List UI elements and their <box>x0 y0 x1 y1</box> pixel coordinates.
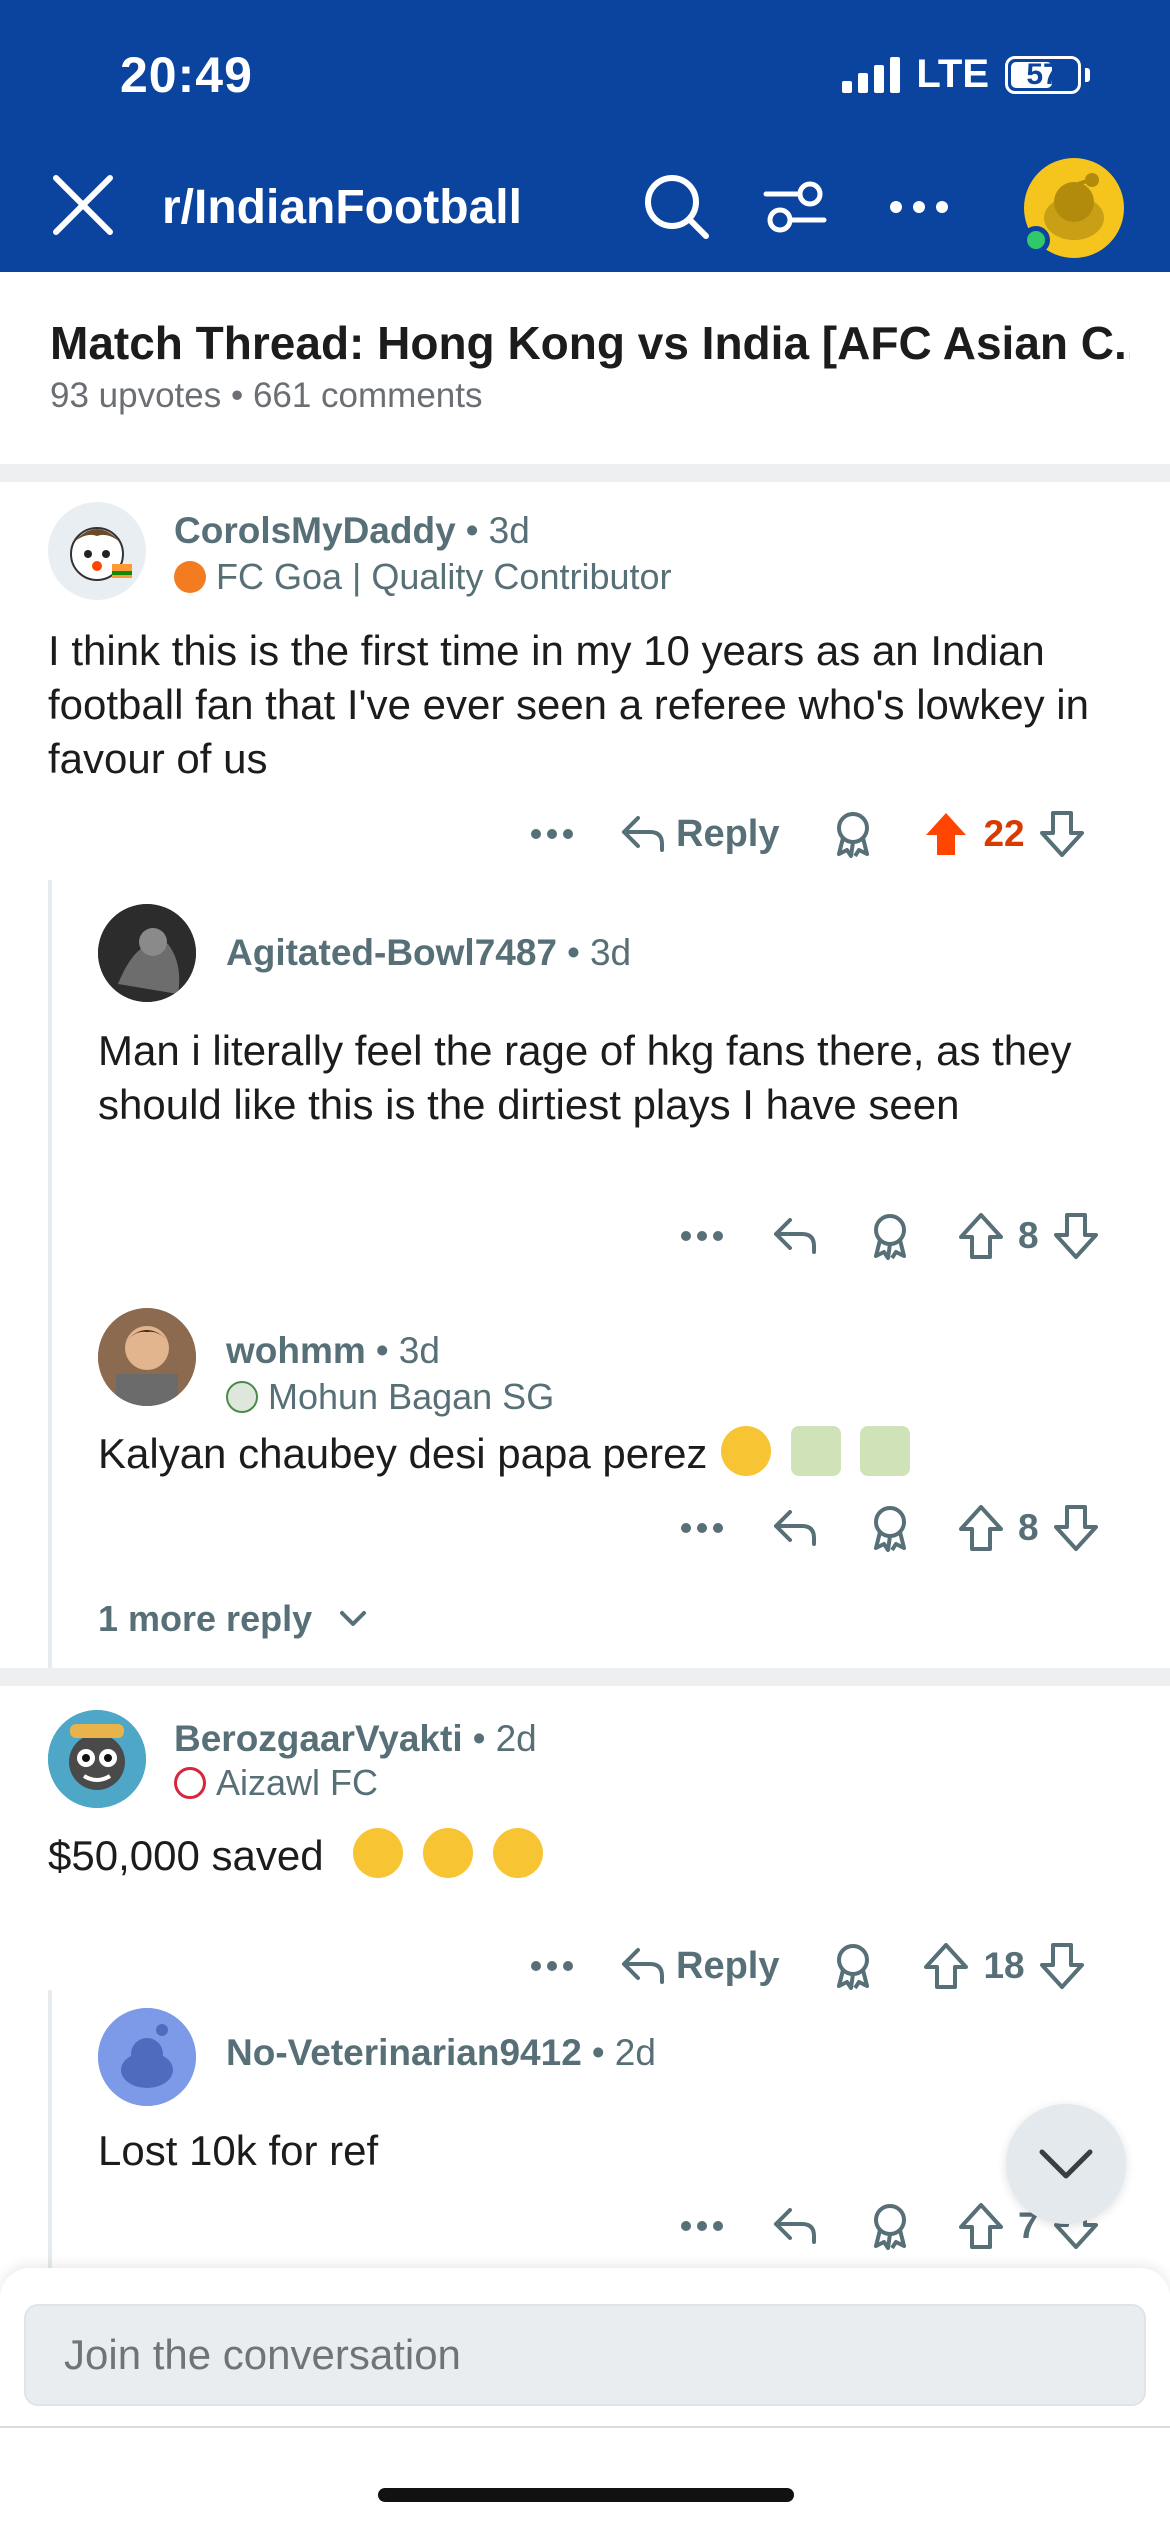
comment-username[interactable]: CorolsMyDaddy • 3d <box>174 510 530 552</box>
downvote-icon[interactable] <box>1053 1212 1099 1260</box>
more-options-icon[interactable] <box>522 828 582 840</box>
battery-level: 57 <box>1026 57 1060 91</box>
join-conversation-input[interactable]: Join the conversation <box>24 2304 1146 2406</box>
thread-line[interactable] <box>48 1990 52 2270</box>
money-mouth-face-icon <box>721 1426 772 1476</box>
network-label: LTE <box>916 52 989 96</box>
downvote-icon[interactable] <box>1039 1942 1085 1990</box>
upvote-icon[interactable] <box>923 810 969 858</box>
downvote-icon[interactable] <box>1039 810 1085 858</box>
vote-count: 18 <box>983 1945 1025 1986</box>
award-icon[interactable] <box>868 1504 912 1552</box>
award-icon[interactable] <box>868 1212 912 1260</box>
award-icon[interactable] <box>868 2202 912 2250</box>
close-icon[interactable] <box>48 170 118 240</box>
comment-username[interactable]: wohmm • 3d <box>226 1330 440 1372</box>
reply-icon[interactable] <box>772 2206 818 2246</box>
search-icon[interactable] <box>640 170 712 242</box>
sort-filter-icon[interactable] <box>760 172 830 242</box>
avatar[interactable] <box>48 502 146 600</box>
avatar[interactable] <box>98 1308 196 1406</box>
user-flair: FC Goa | Quality Contributor <box>174 556 672 598</box>
upvote-icon[interactable] <box>958 1504 1004 1552</box>
comment-username[interactable]: Agitated-Bowl7487 • 3d <box>226 932 631 974</box>
aizawl-fc-flair-icon <box>174 1767 206 1799</box>
app-header: 20:49 LTE 57 r/IndianFootball <box>0 0 1170 272</box>
fc-goa-flair-icon <box>174 561 206 593</box>
chevron-down-icon <box>340 1611 367 1626</box>
comment-body: I think this is the first time in my 10 … <box>48 627 1089 782</box>
thread-line[interactable] <box>48 880 52 1670</box>
battery-icon: 57 <box>1005 55 1081 94</box>
upvote-icon[interactable] <box>958 1212 1004 1260</box>
post-title[interactable]: Match Thread: Hong Kong vs India [AFC As… <box>50 316 1130 370</box>
avatar[interactable] <box>48 1710 146 1808</box>
star-struck-icon <box>492 1828 543 1878</box>
more-options-icon[interactable] <box>672 1230 732 1242</box>
comment-username[interactable]: No-Veterinarian9412 • 2d <box>226 2032 656 2074</box>
subreddit-title[interactable]: r/IndianFootball <box>162 180 522 235</box>
downvote-icon[interactable] <box>1053 1504 1099 1552</box>
reply-icon[interactable] <box>772 1508 818 1548</box>
money-with-wings-icon <box>860 1426 911 1476</box>
comment-actions: 8 <box>672 1206 1099 1266</box>
reply-icon[interactable] <box>772 1216 818 1256</box>
star-struck-icon <box>422 1828 473 1878</box>
upvote-icon[interactable] <box>923 1942 969 1990</box>
reply-button[interactable]: Reply <box>620 813 779 856</box>
reply-button[interactable]: Reply <box>620 1945 779 1988</box>
section-divider <box>0 1668 1170 1686</box>
comment-body: Lost 10k for ref <box>98 2127 379 2174</box>
divider <box>0 2426 1170 2428</box>
comment-actions: 8 <box>672 1498 1099 1558</box>
comment-body: Man i literally feel the rage of hkg fan… <box>98 1027 1072 1128</box>
money-with-wings-icon <box>790 1426 841 1476</box>
comment-actions: Reply 22 <box>522 804 1085 864</box>
vote-count: 8 <box>1018 1215 1039 1256</box>
chevron-down-icon <box>1039 2149 1093 2179</box>
user-flair: Aizawl FC <box>174 1762 378 1804</box>
status-time: 20:49 <box>120 47 253 103</box>
vote-count: 22 <box>983 813 1025 854</box>
comment-body: Kalyan chaubey desi papa perez <box>98 1426 1128 1481</box>
more-options-icon[interactable] <box>884 172 954 242</box>
award-icon[interactable] <box>831 810 875 858</box>
mohun-bagan-flair-icon <box>226 1381 258 1413</box>
next-comment-button[interactable] <box>1006 2104 1126 2224</box>
comment-actions: Reply 18 <box>522 1936 1085 1996</box>
more-options-icon[interactable] <box>672 1522 732 1534</box>
star-struck-icon <box>353 1828 404 1878</box>
signal-icon <box>842 56 901 93</box>
comment-body: $50,000 saved <box>48 1828 1138 1883</box>
post-header[interactable]: Match Thread: Hong Kong vs India [AFC As… <box>0 272 1170 464</box>
online-status-dot <box>1022 226 1050 254</box>
nav-bar: r/IndianFootball <box>0 150 1170 260</box>
user-flair: Mohun Bagan SG <box>226 1376 554 1418</box>
vote-count: 8 <box>1018 1507 1039 1548</box>
post-meta: 93 upvotes • 661 comments <box>50 376 483 415</box>
comment-username[interactable]: BerozgaarVyakti • 2d <box>174 1718 537 1760</box>
award-icon[interactable] <box>831 1942 875 1990</box>
more-options-icon[interactable] <box>522 1960 582 1972</box>
section-divider <box>0 464 1170 482</box>
avatar[interactable] <box>98 2008 196 2106</box>
home-indicator[interactable] <box>378 2488 794 2502</box>
avatar[interactable] <box>98 904 196 1002</box>
status-indicators: LTE 57 <box>842 52 1090 97</box>
more-replies-button[interactable]: 1 more reply <box>98 1598 368 1640</box>
battery-tip <box>1085 67 1090 82</box>
more-options-icon[interactable] <box>672 2220 732 2232</box>
upvote-icon[interactable] <box>958 2202 1004 2250</box>
